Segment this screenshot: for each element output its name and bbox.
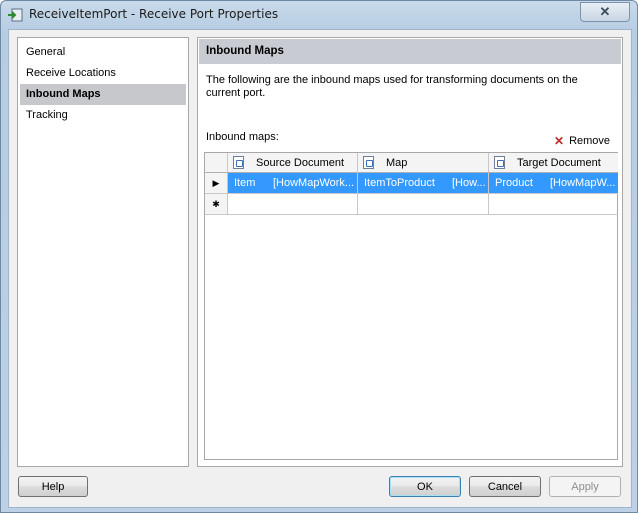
panel-title: Inbound Maps: [199, 39, 621, 64]
title-bar[interactable]: ReceiveItemPort - Receive Port Propertie…: [1, 1, 637, 29]
map-name: ItemToProduct: [364, 177, 435, 189]
ok-button[interactable]: OK: [389, 476, 461, 497]
help-button[interactable]: Help: [18, 476, 88, 497]
column-header-label: Source Document: [256, 156, 345, 169]
grid-cell-map[interactable]: ItemToProduct [How...: [358, 173, 489, 194]
nav-item-general[interactable]: General: [20, 42, 186, 63]
source-document-assembly: [HowMapWork...: [273, 177, 355, 189]
inbound-maps-panel: Inbound Maps The following are the inbou…: [197, 37, 623, 467]
panel-description: The following are the inbound maps used …: [206, 74, 578, 99]
grid-cell-target-document[interactable]: Product [HowMapW...: [489, 173, 618, 194]
nav-item-receive-locations[interactable]: Receive Locations: [20, 63, 186, 84]
close-button[interactable]: ✕: [580, 2, 630, 22]
map-assembly: [How...: [452, 177, 486, 189]
inbound-maps-label: Inbound maps:: [206, 131, 279, 143]
nav-item-label: Tracking: [26, 109, 68, 121]
apply-button[interactable]: Apply: [549, 476, 621, 497]
help-button-label: Help: [41, 480, 65, 493]
apply-button-label: Apply: [571, 480, 599, 493]
column-header-target-document[interactable]: Target Document: [489, 153, 618, 173]
nav-item-label: Receive Locations: [26, 67, 116, 79]
inbound-maps-grid[interactable]: Source Document Map Target Document ▶ It…: [204, 152, 618, 460]
receive-port-icon: [8, 8, 23, 22]
window-title: ReceiveItemPort - Receive Port Propertie…: [29, 7, 279, 21]
column-header-source-document[interactable]: Source Document: [228, 153, 358, 173]
grid-cell-new-source[interactable]: [228, 194, 358, 215]
grid-corner-header: [205, 153, 228, 173]
row-header-current[interactable]: ▶: [205, 173, 228, 194]
cancel-button-label: Cancel: [487, 480, 523, 493]
remove-label: Remove: [569, 134, 611, 147]
source-document-name: Item: [234, 177, 256, 189]
grid-cell-new-target[interactable]: [489, 194, 618, 215]
close-icon: ✕: [599, 4, 611, 19]
map-icon: [363, 156, 374, 169]
nav-item-label: Inbound Maps: [26, 88, 101, 100]
document-schema-icon: [494, 156, 505, 169]
new-row-asterisk-icon: ✱: [212, 198, 220, 209]
nav-item-label: General: [26, 46, 66, 58]
column-header-label: Map: [386, 156, 408, 169]
grid-cell-source-document[interactable]: Item [HowMapWork...: [228, 173, 358, 194]
column-header-map[interactable]: Map: [358, 153, 489, 173]
document-schema-icon: [233, 156, 244, 169]
ok-button-label: OK: [417, 480, 433, 493]
receive-port-properties-window: ReceiveItemPort - Receive Port Propertie…: [0, 0, 638, 513]
current-row-arrow-icon: ▶: [212, 177, 220, 188]
grid-cell-new-map[interactable]: [358, 194, 489, 215]
nav-item-inbound-maps[interactable]: Inbound Maps: [20, 84, 186, 105]
row-header-new[interactable]: ✱: [205, 194, 228, 215]
target-document-name: Product: [495, 177, 533, 189]
column-header-label: Target Document: [517, 156, 601, 169]
target-document-assembly: [HowMapW...: [550, 177, 616, 189]
cancel-button[interactable]: Cancel: [469, 476, 541, 497]
remove-icon: ✕: [554, 133, 565, 148]
settings-nav: General Receive Locations Inbound Maps T…: [17, 37, 189, 467]
nav-item-tracking[interactable]: Tracking: [20, 105, 186, 126]
remove-button[interactable]: ✕ Remove: [554, 133, 616, 148]
dialog-client-area: General Receive Locations Inbound Maps T…: [8, 29, 632, 508]
